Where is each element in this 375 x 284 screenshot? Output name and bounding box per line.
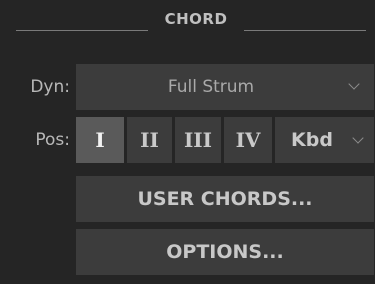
- header-divider-right: [244, 30, 366, 31]
- pos-button-iii[interactable]: III: [175, 117, 221, 163]
- pos-button-ii[interactable]: II: [127, 117, 172, 163]
- header-divider-left: [16, 30, 148, 31]
- pos-button-group: I II III IV Kbd: [76, 117, 374, 163]
- section-header: CHORD: [0, 0, 375, 44]
- pos-button-i[interactable]: I: [76, 117, 124, 163]
- chord-panel: CHORD Dyn: Full Strum Pos: I II III IV K…: [0, 0, 375, 284]
- options-button[interactable]: OPTIONS...: [76, 229, 374, 275]
- kbd-dropdown[interactable]: Kbd: [275, 117, 374, 163]
- pos-button-iv[interactable]: IV: [224, 117, 272, 163]
- chevron-down-icon: [352, 132, 364, 144]
- section-title: CHORD: [164, 10, 228, 28]
- dyn-label: Dyn:: [30, 77, 70, 97]
- dyn-dropdown[interactable]: Full Strum: [76, 64, 374, 110]
- kbd-label: Kbd: [291, 129, 333, 151]
- dyn-dropdown-value: Full Strum: [167, 77, 255, 97]
- pos-label: Pos:: [35, 130, 70, 150]
- chevron-down-icon: [348, 78, 360, 90]
- user-chords-button[interactable]: USER CHORDS...: [76, 176, 374, 222]
